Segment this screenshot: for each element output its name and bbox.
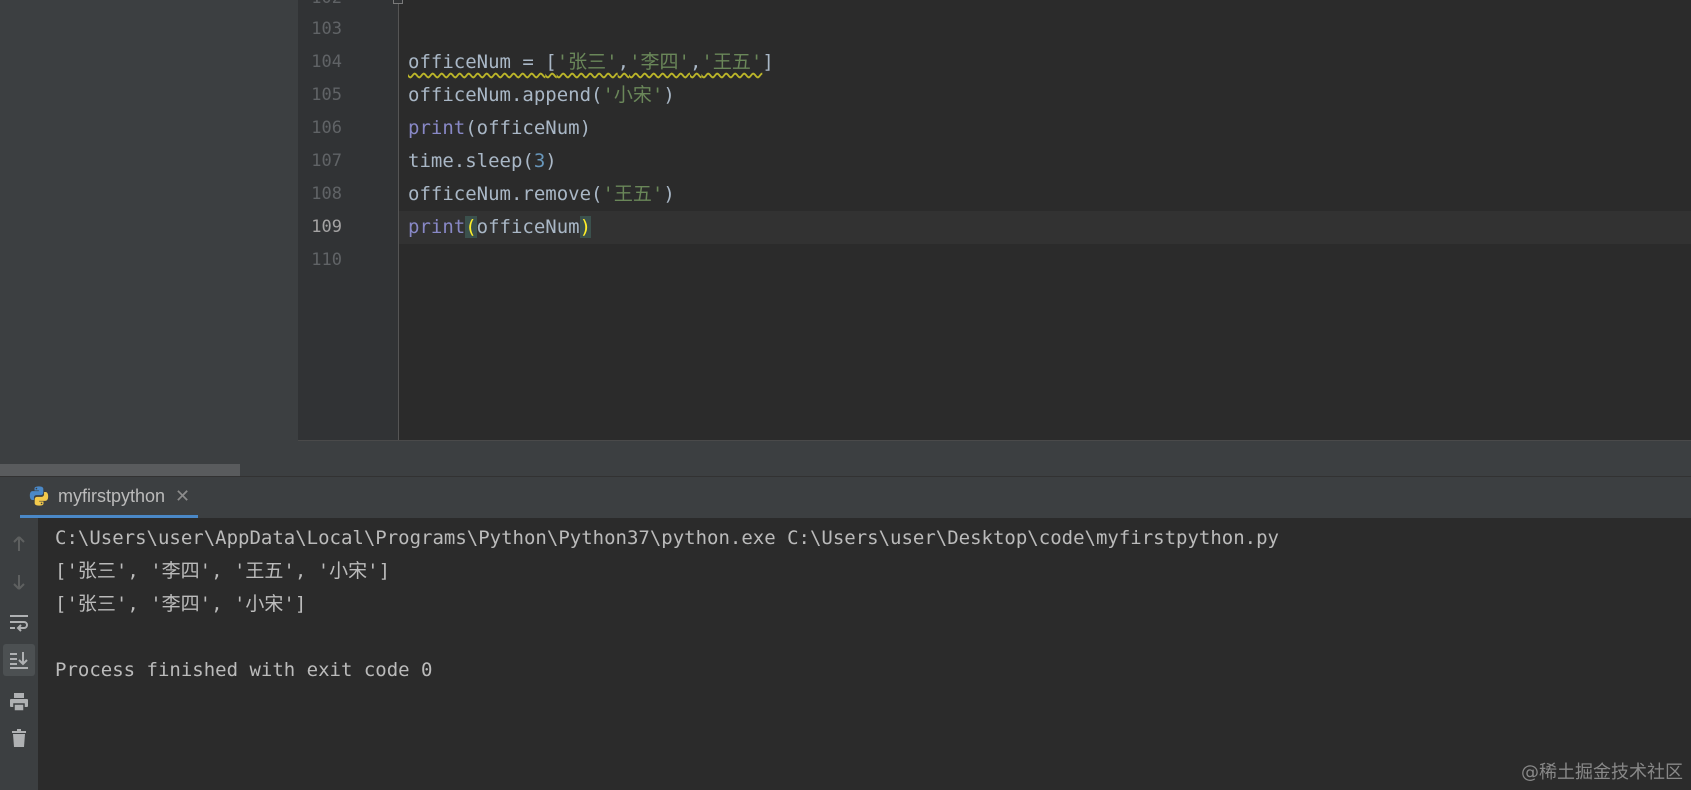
line-number: 110	[311, 250, 342, 270]
line-number: 102	[298, 0, 342, 8]
line-number-current: 109	[311, 217, 342, 237]
code-token: officeNum.append(	[408, 84, 603, 106]
soft-wrap-icon[interactable]	[3, 606, 35, 638]
string-literal: '张三'	[556, 51, 618, 73]
code-token: ,	[689, 51, 702, 73]
run-tool-window-header: myfirstpython ✕	[0, 476, 1691, 518]
code-token: ,	[617, 51, 630, 73]
trash-icon[interactable]	[3, 722, 35, 754]
matched-brace: (	[465, 216, 477, 238]
run-console-output[interactable]: C:\Users\user\AppData\Local\Programs\Pyt…	[38, 518, 1691, 790]
run-toolbar	[0, 518, 38, 790]
code-token: officeNum =	[408, 51, 546, 73]
string-literal: '小宋'	[602, 84, 664, 106]
code-token: [	[545, 51, 557, 73]
code-token: )	[545, 150, 557, 172]
scroll-to-end-icon[interactable]	[3, 644, 35, 676]
line-number-gutter: 102 103 104 105 106 107 108 109 110	[298, 0, 398, 440]
arrow-up-icon[interactable]	[3, 528, 35, 560]
console-line-output: ['张三', '李四', '小宋']	[55, 593, 307, 615]
matched-brace: )	[579, 216, 592, 238]
builtin-function: print	[408, 216, 466, 238]
project-panel	[0, 0, 298, 476]
number-literal: 3	[533, 150, 546, 172]
line-number: 107	[311, 151, 342, 171]
line-number: 105	[311, 85, 342, 105]
print-icon[interactable]	[3, 686, 35, 718]
console-line-command: C:\Users\user\AppData\Local\Programs\Pyt…	[55, 527, 1279, 549]
code-editor[interactable]: 102 103 104 105 106 107 108 109 110 offi…	[298, 0, 1691, 441]
builtin-function: print	[408, 117, 466, 139]
line-number: 103	[311, 19, 342, 39]
line-number: 108	[311, 184, 342, 204]
code-token: officeNum.remove(	[408, 183, 603, 205]
code-line-108[interactable]: officeNum.remove('王五')	[408, 183, 675, 205]
close-icon[interactable]: ✕	[175, 486, 190, 507]
code-line-106[interactable]: print(officeNum)	[408, 117, 591, 139]
run-tab-myfirstpython[interactable]: myfirstpython ✕	[20, 477, 199, 518]
watermark: @稀土掘金技术社区	[1521, 762, 1683, 783]
line-number: 106	[311, 118, 342, 138]
code-line-104[interactable]: officeNum = ['张三','李四','王五']	[408, 51, 774, 73]
console-line-output: ['张三', '李四', '王五', '小宋']	[55, 560, 391, 582]
code-line-109[interactable]: print(officeNum)	[408, 216, 592, 238]
string-literal: '王五'	[602, 183, 664, 205]
code-text-with-warning: officeNum = ['张三','李四','王五'	[408, 51, 762, 73]
line-number: 104	[311, 52, 342, 72]
code-token: officeNum	[476, 216, 580, 238]
code-token: time.sleep(	[408, 150, 534, 172]
console-line-exit-status: Process finished with exit code 0	[55, 659, 433, 681]
python-icon	[29, 486, 49, 506]
code-token: )	[663, 183, 675, 205]
fold-marker-icon[interactable]	[393, 0, 403, 4]
current-line-highlight	[399, 211, 1691, 244]
string-literal: '王五'	[701, 51, 763, 73]
run-tab-label: myfirstpython	[58, 485, 166, 506]
tool-window-splitter[interactable]	[298, 441, 1691, 476]
arrow-down-icon[interactable]	[3, 566, 35, 598]
code-token: )	[663, 84, 675, 106]
code-token: (officeNum)	[465, 117, 592, 139]
project-horizontal-scrollbar[interactable]	[0, 464, 240, 476]
code-line-107[interactable]: time.sleep(3)	[408, 150, 557, 172]
code-token: ]	[762, 51, 774, 73]
string-literal: '李四'	[629, 51, 690, 73]
code-line-105[interactable]: officeNum.append('小宋')	[408, 84, 675, 106]
